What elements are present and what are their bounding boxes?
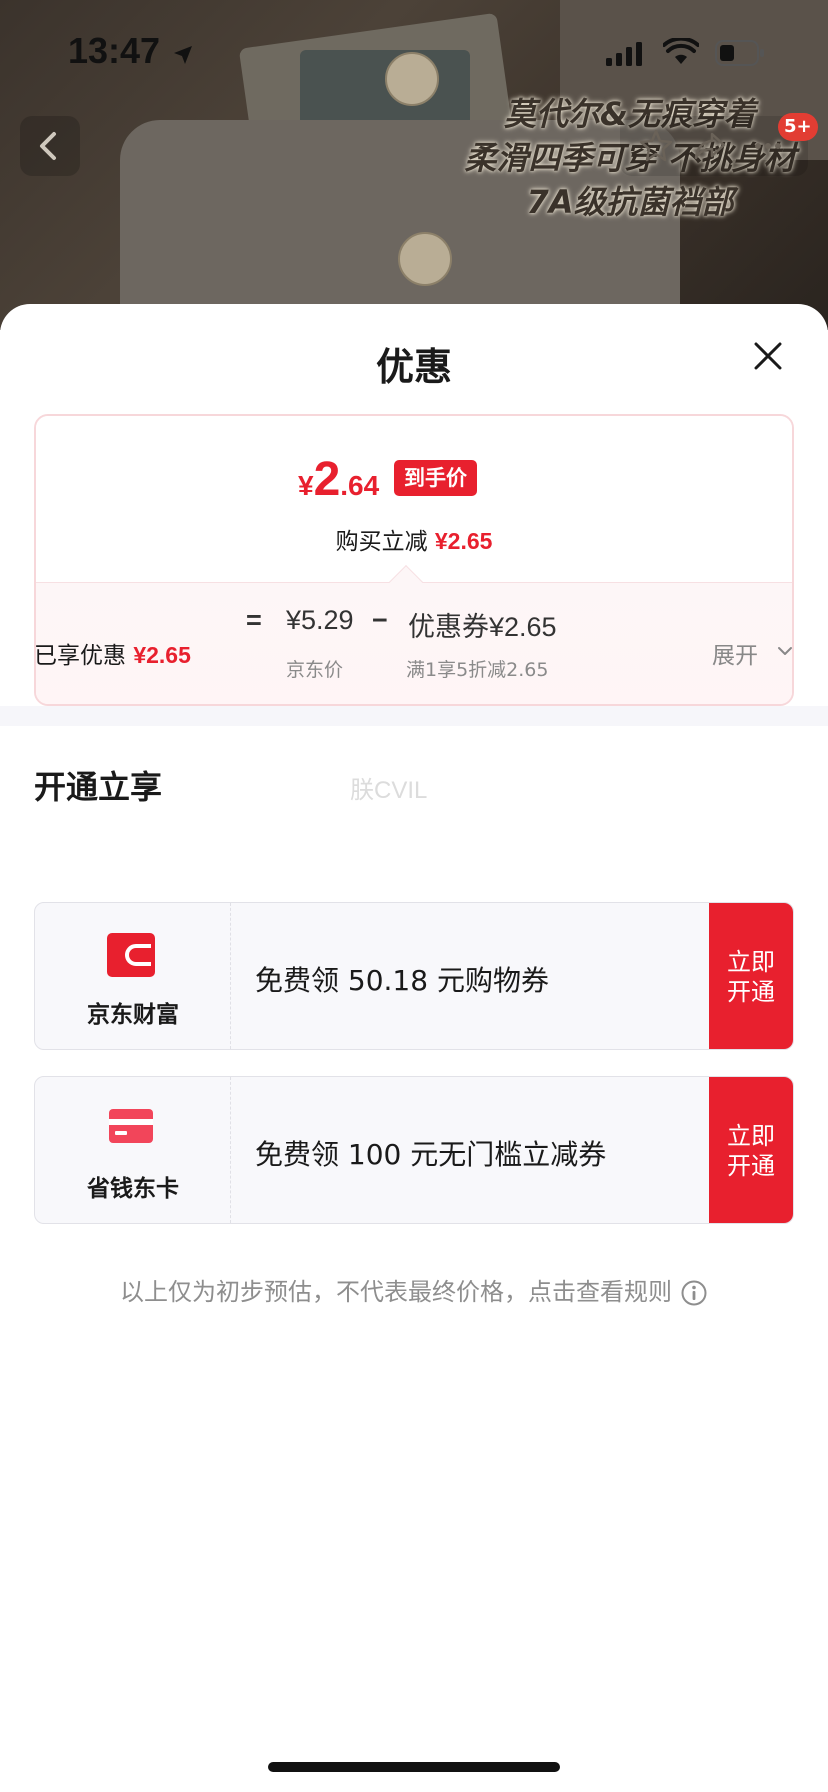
battery-icon [715,40,764,66]
cta-line: 开通 [727,1152,775,1180]
promo-line: 7A级抗菌裆部 [526,183,734,221]
formula-equals: = [246,605,262,635]
chevron-down-icon [778,647,792,655]
offer-brand-name: 省钱东卡 [87,1176,179,1202]
instant-discount-label: 购买立减 [335,529,428,555]
status-bar: 13:47 [0,0,828,110]
activate-now-button[interactable]: 立即 开通 [709,903,793,1049]
product-label-badge [398,232,452,286]
coupon-amount: 优惠券¥2.65 [408,612,557,642]
coupon-rule: 满1享5折减2.65 [406,659,549,681]
home-indicator[interactable] [268,1762,560,1772]
final-price: ¥2.64 [298,452,379,512]
disclaimer-text: 以上仅为初步预估，不代表最终价格，点击查看规则 [120,1278,672,1306]
expand-button[interactable]: 展开 [712,636,792,670]
jd-price: ¥5.29 [286,605,354,635]
chevron-left-icon [40,132,56,160]
instant-discount-line: 购买立减 ¥2.65 [36,522,792,556]
offer-description: 免费领 50.18 元购物券 [255,964,549,997]
status-time: 13:47 [68,30,161,71]
formula-minus: − [372,605,388,635]
close-icon[interactable] [748,336,788,376]
back-button[interactable] [20,116,80,176]
section-divider [0,706,828,726]
activate-now-button[interactable]: 立即 开通 [709,1077,793,1223]
expand-label: 展开 [712,643,758,669]
enjoyed-discount: 已享优惠 ¥2.65 [34,636,191,670]
offer-brand-area: 京东财富 [35,903,231,1049]
instant-discount-amount: ¥2.65 [434,528,493,554]
cart-count-badge: 5+ [778,113,818,141]
star-icon[interactable] [638,128,674,164]
cellular-signal-icon [606,42,642,66]
location-arrow-icon [174,46,192,64]
cta-line: 立即 [727,948,775,976]
offer-description: 免费领 100 元无门槛立减券 [255,1138,607,1171]
wifi-icon [663,38,699,64]
enjoyed-discount-label: 已享优惠 [34,643,126,669]
jd-price-label: 京东价 [286,659,344,681]
share-icon[interactable] [692,128,728,164]
disclaimer-link[interactable]: 以上仅为初步预估，不代表最终价格，点击查看规则 [0,1272,828,1307]
cta-line: 开通 [727,978,775,1006]
offer-card-jd-finance[interactable]: 京东财富 免费领 50.18 元购物券 立即 开通 [34,902,794,1050]
product-image-background: 莫代尔&无痕穿着 柔滑四季可穿 不挑身材 7A级抗菌裆部 13:47 5+ [0,0,828,330]
price-integer: 2 [313,453,341,506]
discount-bottom-sheet: 优惠 ¥2.64 到手价 购买立减 ¥2.65 = ¥5.29 − 优惠券¥2.… [0,304,828,1792]
sheet-title: 优惠 [375,345,452,389]
final-price-tag: 到手价 [394,460,477,496]
cta-line: 立即 [727,1122,775,1150]
offer-brand-name: 京东财富 [87,1002,179,1028]
card-icon [109,1109,153,1143]
offer-card-saving-card[interactable]: 省钱东卡 免费领 100 元无门槛立减券 立即 开通 [34,1076,794,1224]
open-section-title: 开通立享 [34,768,163,806]
offer-brand-area: 省钱东卡 [35,1077,231,1223]
price-decimal: .64 [340,470,380,501]
enjoyed-discount-amount: ¥2.65 [133,642,191,668]
final-price-area: ¥2.64 到手价 购买立减 ¥2.65 [36,416,792,582]
wallet-icon [107,933,155,977]
currency-symbol: ¥ [298,470,314,501]
info-icon [681,1280,707,1306]
watermark: 朕CVIL [350,777,428,804]
